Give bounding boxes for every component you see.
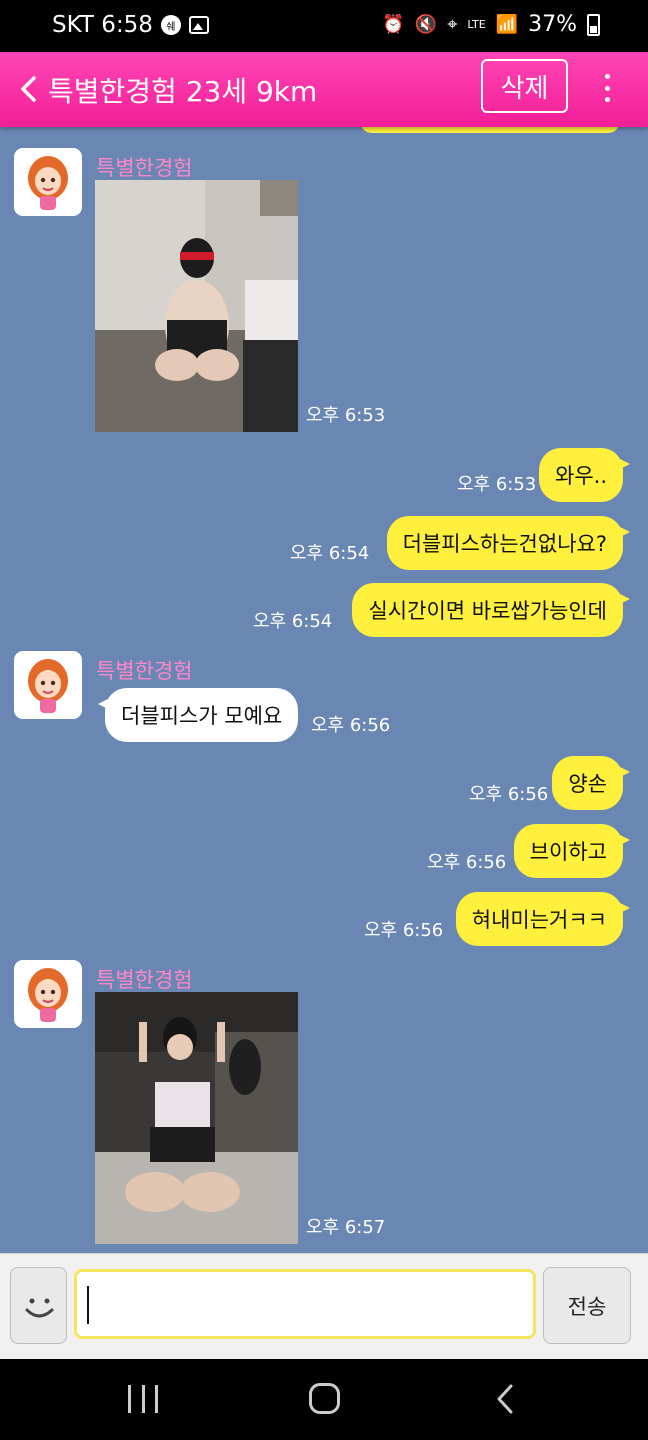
outgoing-message[interactable]: 실시간이면 바로쌉가능인데 <box>352 583 630 637</box>
text-cursor <box>87 1286 89 1324</box>
photo-image <box>95 992 298 1244</box>
chat-header: 특별한경험 23세 9km 삭제 <box>0 52 648 127</box>
input-bar: 전송 <box>0 1253 648 1359</box>
incoming-message[interactable]: 더블피스가 모예요 <box>97 688 299 742</box>
system-back-icon[interactable] <box>494 1383 516 1415</box>
status-right: ⏰ 🔇 ⌖ LTE 📶 37% <box>382 12 600 37</box>
message-time: 오후 6:56 <box>469 784 549 805</box>
system-nav-bar <box>0 1359 648 1440</box>
emoji-button[interactable] <box>10 1267 67 1344</box>
send-button[interactable]: 전송 <box>543 1267 631 1344</box>
signal-icon: 📶 <box>495 14 519 35</box>
message-time: 오후 6:57 <box>306 1217 386 1238</box>
delete-button[interactable]: 삭제 <box>481 59 568 113</box>
status-left: SKT 6:58 쉐 <box>52 12 209 38</box>
outgoing-message[interactable]: 더블피스하는건없나요? <box>386 516 631 570</box>
back-chevron-icon[interactable] <box>18 74 40 104</box>
partial-message-bubble <box>360 127 620 133</box>
recents-icon[interactable] <box>128 1385 158 1413</box>
battery-percent: 37% <box>528 12 577 37</box>
location-icon: ⌖ <box>447 14 458 35</box>
smiley-icon <box>25 1298 54 1318</box>
photo-image <box>95 180 298 432</box>
message-input[interactable] <box>74 1269 536 1339</box>
chat-area[interactable]: 특별한경험 오후 6:53 오후 6:53 와우.. 오후 6:54 더블피스하… <box>0 127 648 1253</box>
status-bar: SKT 6:58 쉐 ⏰ 🔇 ⌖ LTE 📶 37% <box>0 0 648 52</box>
sender-avatar[interactable] <box>14 651 82 719</box>
notification-badge-icon: 쉐 <box>160 15 181 35</box>
sender-name: 특별한경험 <box>96 156 193 180</box>
message-time: 오후 6:56 <box>311 715 391 736</box>
mute-icon: 🔇 <box>414 14 438 35</box>
message-time: 오후 6:56 <box>364 920 444 941</box>
chat-title: 특별한경험 23세 9km <box>48 75 318 108</box>
gallery-notification-icon <box>188 16 209 34</box>
outgoing-message[interactable]: 혀내미는거ㅋㅋ <box>455 892 631 946</box>
sender-avatar[interactable] <box>14 960 82 1028</box>
photo-message[interactable] <box>95 992 298 1244</box>
more-options-icon[interactable] <box>596 70 618 106</box>
alarm-icon: ⏰ <box>382 14 405 35</box>
carrier-time: SKT 6:58 <box>52 12 153 38</box>
message-time: 오후 6:54 <box>253 611 333 632</box>
network-type: LTE <box>467 18 486 31</box>
message-time: 오후 6:54 <box>290 543 370 564</box>
sender-name: 특별한경험 <box>96 659 193 683</box>
home-icon[interactable] <box>309 1383 340 1414</box>
sender-avatar[interactable] <box>14 148 82 216</box>
message-time: 오후 6:56 <box>427 852 507 873</box>
outgoing-message[interactable]: 브이하고 <box>513 824 631 878</box>
message-time: 오후 6:53 <box>306 405 386 426</box>
photo-message[interactable] <box>95 180 298 432</box>
sender-name: 특별한경험 <box>96 968 193 992</box>
outgoing-message[interactable]: 양손 <box>552 756 630 810</box>
avatar-illustration-icon <box>28 968 68 1022</box>
battery-icon <box>587 13 600 36</box>
avatar-illustration-icon <box>28 659 68 713</box>
avatar-illustration-icon <box>28 156 68 210</box>
message-time: 오후 6:53 <box>457 474 537 495</box>
outgoing-message[interactable]: 와우.. <box>539 448 630 502</box>
